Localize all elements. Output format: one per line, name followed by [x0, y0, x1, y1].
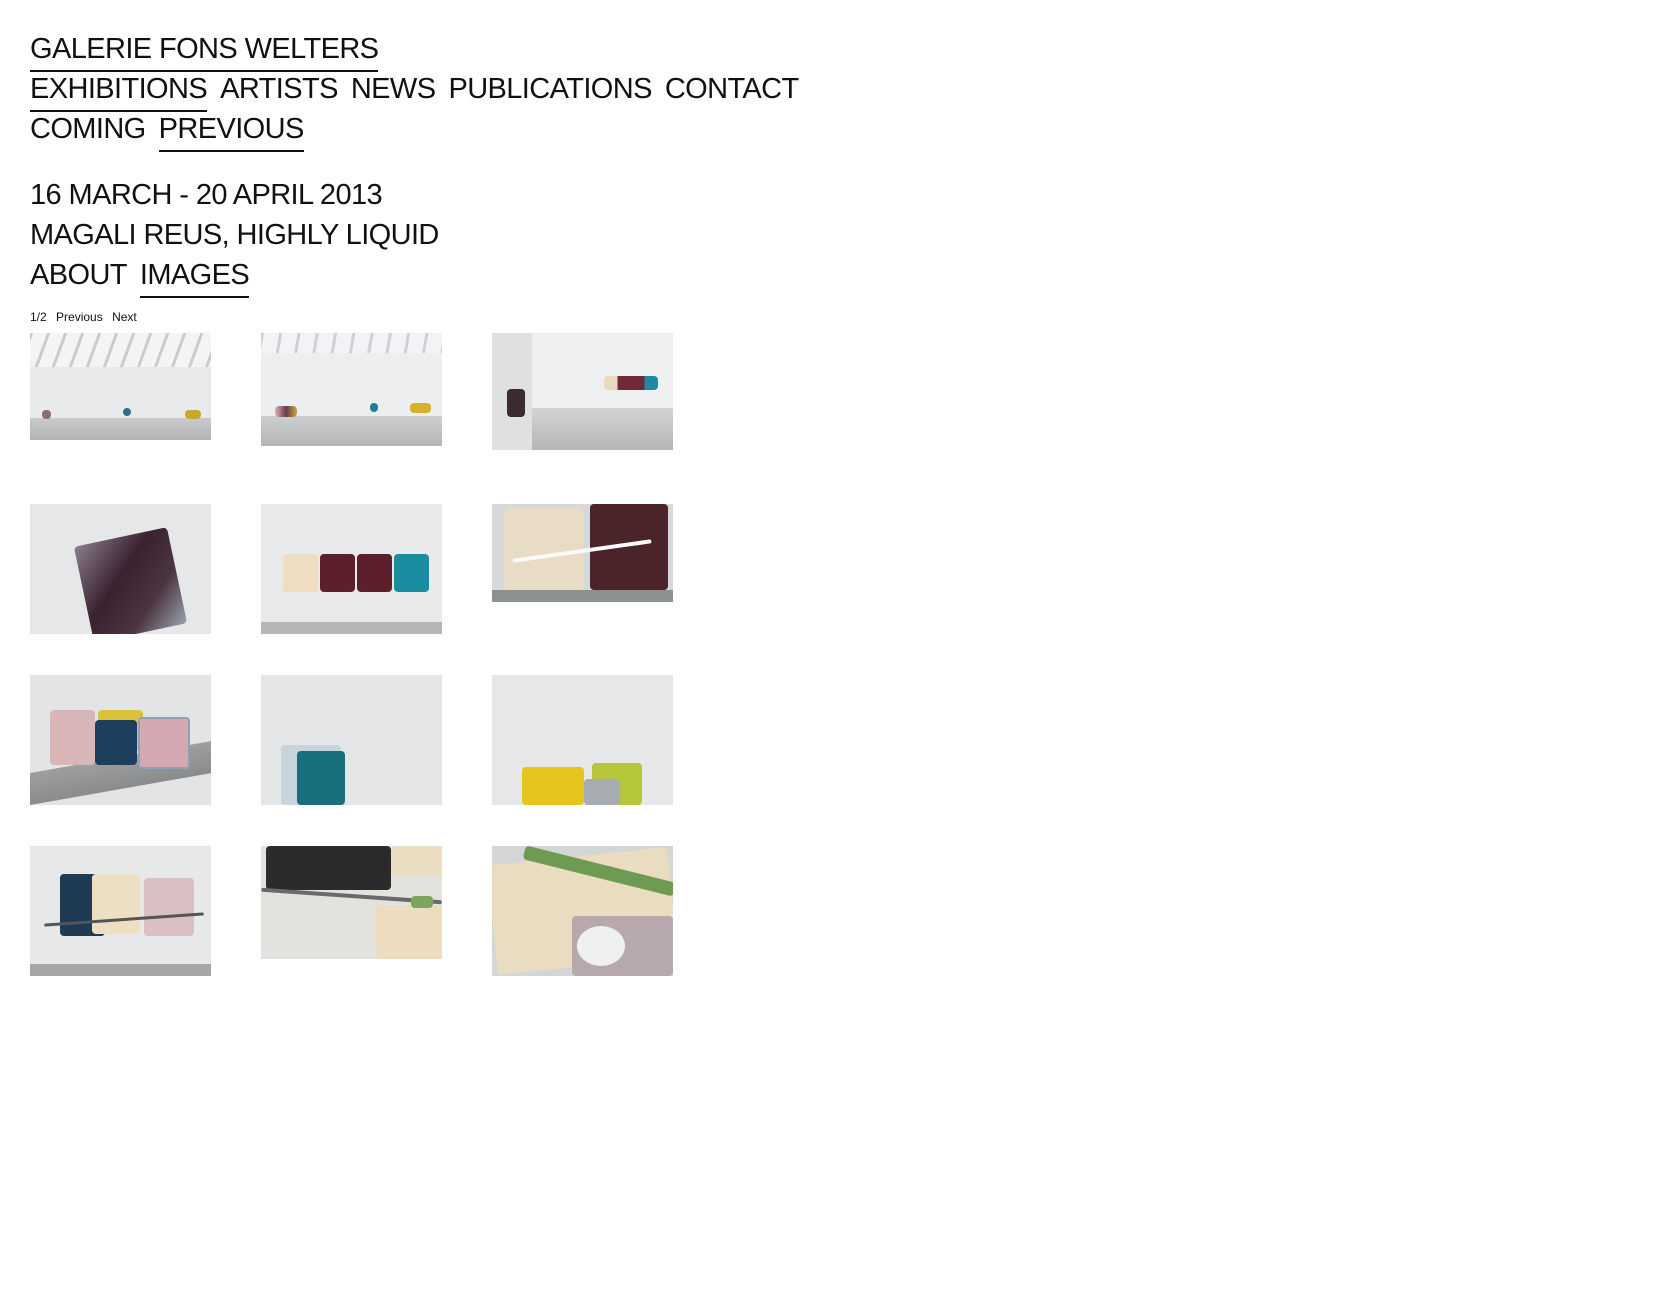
- page-indicator: 1/2: [30, 310, 47, 324]
- cream-seat-green-bar-icon[interactable]: [492, 846, 673, 976]
- pager: 1/2 Previous Next: [30, 310, 143, 324]
- three-seat-bench-rod-icon[interactable]: [30, 846, 211, 976]
- pastel-seats-plastic-icon[interactable]: [30, 675, 211, 805]
- main-nav: EXHIBITIONS ARTISTS NEWS PUBLICATIONS CO…: [30, 69, 812, 112]
- gallery-view-wall-icon[interactable]: [261, 333, 442, 446]
- previous-link[interactable]: Previous: [56, 310, 103, 324]
- exhibition-tabs: ABOUT IMAGES: [30, 255, 262, 298]
- yellow-green-seats-icon[interactable]: [492, 675, 673, 805]
- nav-publications[interactable]: PUBLICATIONS: [448, 69, 652, 112]
- exhibition-dates: 16 MARCH - 20 APRIL 2013: [30, 179, 383, 211]
- wrapped-seat-icon[interactable]: [30, 504, 211, 634]
- exhibition-title: MAGALI REUS, HIGHLY LIQUID: [30, 219, 439, 251]
- tab-about[interactable]: ABOUT: [30, 255, 128, 298]
- nav-exhibitions[interactable]: EXHIBITIONS: [30, 69, 208, 112]
- exhibition-title-row: MAGALI REUS, HIGHLY LIQUID: [30, 215, 452, 255]
- teal-seat-plastic-icon[interactable]: [261, 675, 442, 805]
- sub-nav: COMING PREVIOUS: [30, 109, 317, 152]
- seat-detail-icon[interactable]: [492, 504, 673, 602]
- gallery-view-skylight-icon[interactable]: [30, 333, 211, 440]
- exhibition-dates-row: 16 MARCH - 20 APRIL 2013: [30, 175, 395, 215]
- gallery-name-link[interactable]: GALERIE FONS WELTERS: [30, 29, 379, 72]
- tab-images[interactable]: IMAGES: [139, 255, 250, 298]
- subnav-previous[interactable]: PREVIOUS: [158, 109, 304, 152]
- next-link[interactable]: Next: [112, 310, 137, 324]
- corner-view-bench-icon[interactable]: [492, 333, 673, 450]
- four-seat-bench-icon[interactable]: [261, 504, 442, 634]
- nav-artists[interactable]: ARTISTS: [220, 69, 338, 112]
- nav-news[interactable]: NEWS: [351, 69, 436, 112]
- black-seat-rod-icon[interactable]: [261, 846, 442, 959]
- subnav-coming[interactable]: COMING: [30, 109, 146, 152]
- nav-contact[interactable]: CONTACT: [665, 69, 799, 112]
- site-title-row: GALERIE FONS WELTERS: [30, 29, 391, 72]
